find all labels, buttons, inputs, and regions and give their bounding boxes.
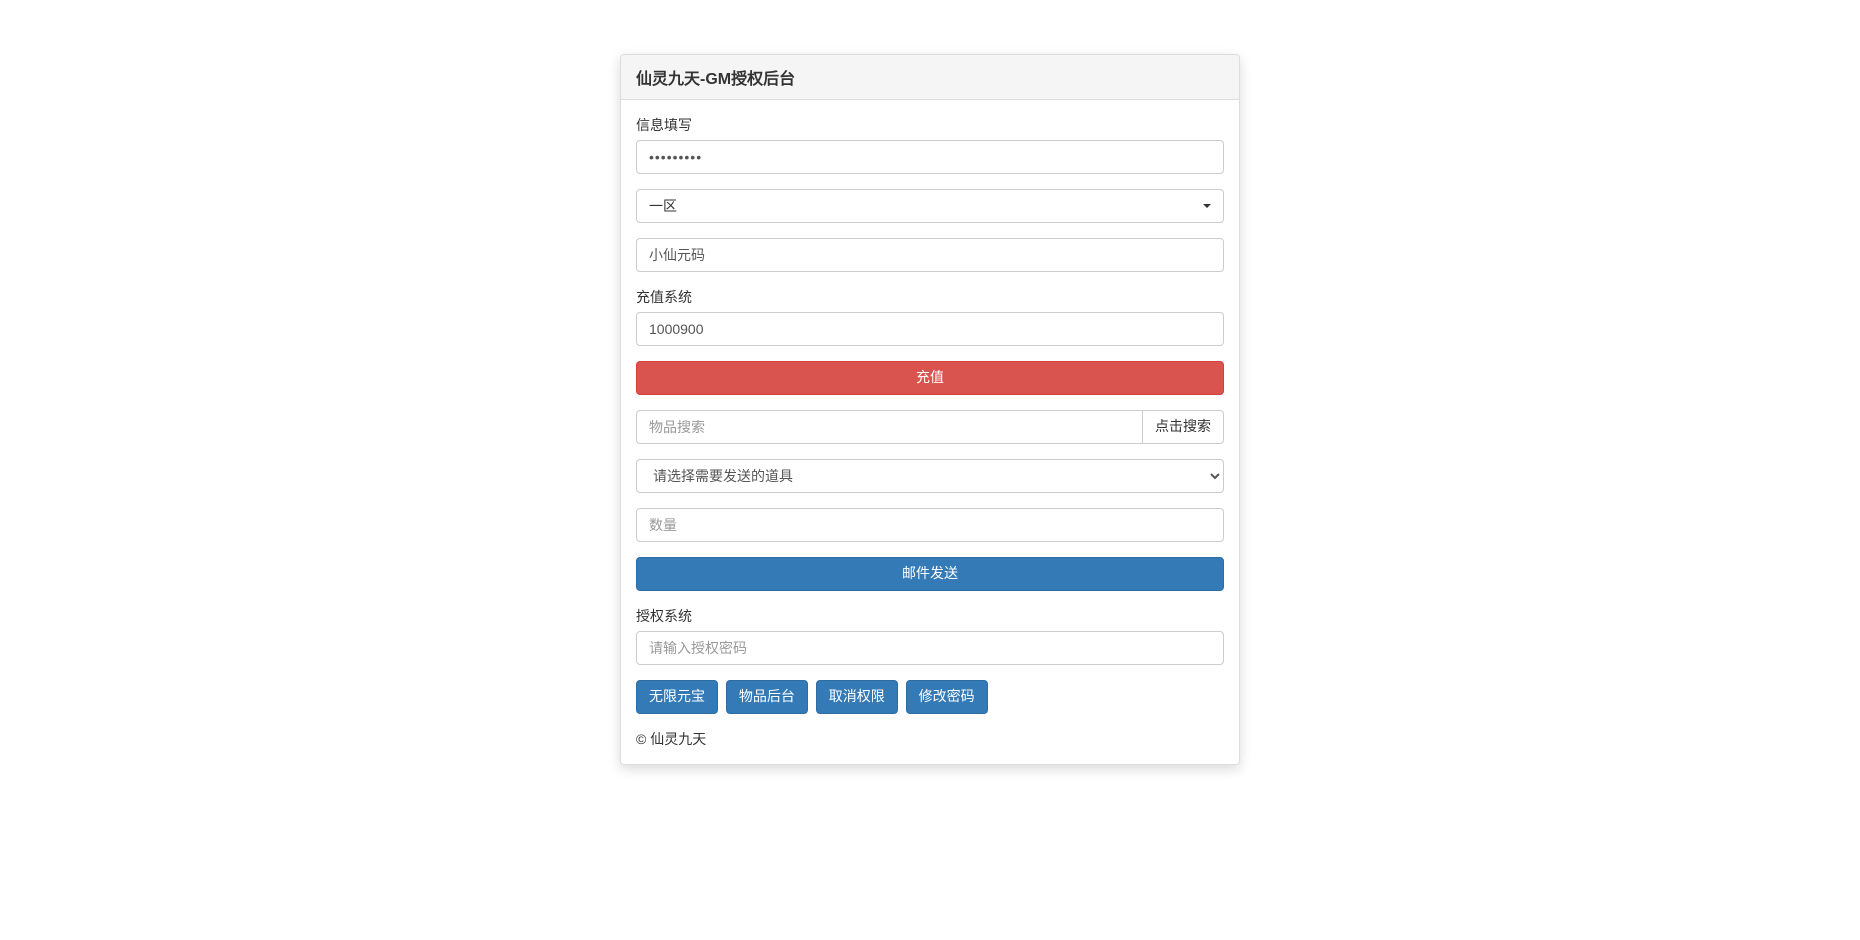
mail-send-group: 邮件发送: [636, 557, 1224, 591]
info-label: 信息填写: [636, 115, 692, 135]
main-panel: 仙灵九天-GM授权后台 信息填写 一区 充值系统 充值: [620, 54, 1240, 765]
quantity-input[interactable]: [636, 508, 1224, 542]
password-input[interactable]: [636, 140, 1224, 174]
mail-send-button[interactable]: 邮件发送: [636, 557, 1224, 591]
cancel-auth-button[interactable]: 取消权限: [816, 680, 898, 714]
code-input[interactable]: [636, 238, 1224, 272]
item-backend-button[interactable]: 物品后台: [726, 680, 808, 714]
unlimited-yuanbao-button[interactable]: 无限元宝: [636, 680, 718, 714]
recharge-label: 充值系统: [636, 287, 692, 307]
region-select[interactable]: 一区: [636, 189, 1224, 223]
region-group: 一区: [636, 189, 1224, 223]
auth-label: 授权系统: [636, 606, 692, 626]
recharge-section: 充值系统: [636, 287, 1224, 346]
recharge-button-group: 充值: [636, 361, 1224, 395]
footer-copyright: © 仙灵九天: [636, 729, 1224, 749]
panel-title: 仙灵九天-GM授权后台: [636, 65, 1224, 89]
item-search-group: 点击搜索: [636, 410, 1224, 444]
recharge-button[interactable]: 充值: [636, 361, 1224, 395]
item-select-group: 请选择需要发送的道具: [636, 459, 1224, 493]
panel-body: 信息填写 一区 充值系统 充值 点击搜索: [621, 100, 1239, 764]
search-button[interactable]: 点击搜索: [1142, 410, 1224, 444]
code-group: [636, 238, 1224, 272]
item-search-input[interactable]: [636, 410, 1142, 444]
auth-section: 授权系统: [636, 606, 1224, 665]
info-section: 信息填写: [636, 115, 1224, 174]
auth-button-row: 无限元宝 物品后台 取消权限 修改密码: [636, 680, 1224, 714]
change-password-button[interactable]: 修改密码: [906, 680, 988, 714]
recharge-input[interactable]: [636, 312, 1224, 346]
region-selected-text: 一区: [649, 198, 677, 214]
quantity-group: [636, 508, 1224, 542]
panel-heading: 仙灵九天-GM授权后台: [621, 55, 1239, 100]
item-select[interactable]: 请选择需要发送的道具: [636, 459, 1224, 493]
auth-password-input[interactable]: [636, 631, 1224, 665]
caret-icon: [1203, 204, 1211, 208]
